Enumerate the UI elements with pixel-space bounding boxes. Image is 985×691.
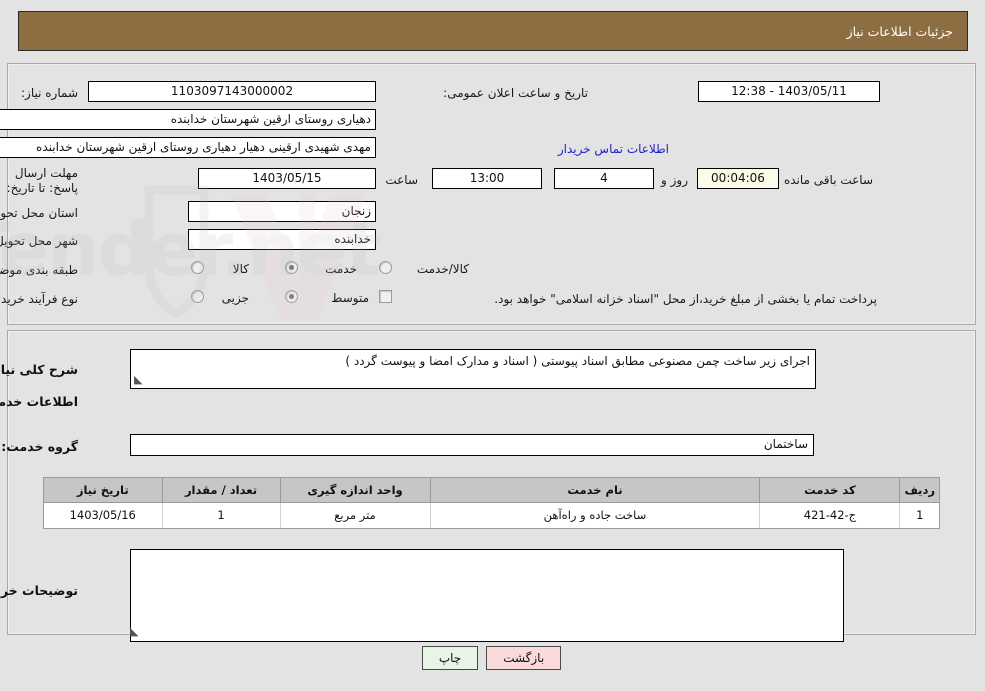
treasury-bond-checkbox[interactable]	[380, 290, 393, 303]
radio-category-khedmat[interactable]	[286, 261, 299, 274]
radio-purchase-jozii-label: جزیی	[222, 291, 250, 305]
radio-purchase-jozii[interactable]	[192, 290, 205, 303]
radio-purchase-motavaset-label: متوسط	[332, 291, 370, 305]
countdown-timer-value: 00:04:06	[698, 168, 780, 189]
radio-purchase-motavaset[interactable]	[286, 290, 299, 303]
buyer-notes-textarea[interactable]	[131, 549, 845, 642]
table-header-row: ردیف کد خدمت نام خدمت واحد اندازه گیری ت…	[45, 478, 940, 503]
buyer-org-value: دهیاری روستای ارقین شهرستان خدابنده	[0, 109, 377, 130]
deadline-label: مهلت ارسال پاسخ: تا تاریخ:	[7, 166, 79, 195]
page-title: جزئیات اطلاعات نیاز	[847, 23, 954, 39]
service-group-value: ساختمان	[131, 434, 815, 456]
th-quantity: تعداد / مقدار	[162, 478, 281, 503]
category-label: طبقه بندی موضوعی:	[0, 263, 79, 277]
td-name: ساخت جاده و راه‌آهن	[430, 502, 761, 528]
print-button[interactable]: چاپ	[422, 646, 480, 670]
td-quantity: 1	[162, 502, 281, 528]
announce-datetime-value: 1403/05/11 - 12:38	[699, 81, 881, 102]
service-items-table-wrapper: ردیف کد خدمت نام خدمت واحد اندازه گیری ت…	[44, 477, 941, 529]
back-button[interactable]: بازگشت	[487, 646, 563, 670]
deadline-hour-value: 13:00	[433, 168, 543, 189]
general-desc-textarea[interactable]: اجرای زیر ساخت چمن مصنوعی مطابق اسناد پی…	[131, 349, 817, 389]
remaining-days-value: 4	[555, 168, 655, 189]
table-row: 1 ج-42-421 ساخت جاده و راه‌آهن متر مربع …	[45, 502, 940, 528]
service-items-table: ردیف کد خدمت نام خدمت واحد اندازه گیری ت…	[45, 478, 940, 528]
th-code: کد خدمت	[760, 478, 901, 503]
page-header-band: جزئیات اطلاعات نیاز	[19, 11, 969, 51]
radio-category-khedmat-label: خدمت	[326, 262, 358, 276]
need-number-value: 1103097143000002	[89, 81, 377, 102]
buyer-notes-resize-grip[interactable]: ◢	[131, 625, 139, 638]
remaining-days-label: روز و	[662, 173, 689, 187]
th-radif: ردیف	[900, 478, 940, 503]
radio-category-kala[interactable]	[192, 261, 205, 274]
countdown-timer-label: ساعت باقی مانده	[784, 173, 874, 187]
city-label: شهر محل تحویل:	[0, 234, 79, 248]
requester-value: مهدی شهیدی ارقینی دهیار دهیاری روستای ار…	[0, 137, 377, 158]
radio-category-kala-khedmat-label: کالا/خدمت	[417, 262, 470, 276]
td-need-date: 1403/05/16	[45, 502, 163, 528]
service-group-label: گروه خدمت:	[2, 439, 79, 454]
announce-datetime-label: تاریخ و ساعت اعلان عمومی:	[444, 86, 589, 100]
td-unit: متر مربع	[280, 502, 431, 528]
td-code: ج-42-421	[760, 502, 901, 528]
radio-category-kala-label: کالا	[233, 262, 250, 276]
th-name: نام خدمت	[430, 478, 761, 503]
hour-label: ساعت	[386, 173, 419, 187]
general-desc-resize-grip[interactable]: ◢	[135, 373, 143, 386]
page-root: جزئیات اطلاعات نیاز AriaTender.net شماره…	[0, 0, 985, 691]
buyer-contact-link[interactable]: اطلاعات تماس خریدار	[559, 142, 670, 156]
th-need-date: تاریخ نیاز	[45, 478, 163, 503]
th-unit: واحد اندازه گیری	[280, 478, 431, 503]
general-desc-label: شرح کلی نیاز:	[0, 362, 79, 377]
province-value: زنجان	[189, 201, 377, 222]
purchase-type-label: نوع فرآیند خرید :	[0, 292, 79, 306]
buyer-notes-label: توضیحات خریدار:	[0, 583, 79, 598]
action-buttons: بازگشت چاپ	[0, 646, 985, 670]
province-label: استان محل تحویل:	[0, 206, 79, 220]
deadline-date-value: 1403/05/15	[199, 168, 377, 189]
services-section-title: اطلاعات خدمات مورد نیاز	[0, 394, 79, 409]
city-value: خدابنده	[189, 229, 377, 250]
need-number-label: شماره نیاز:	[22, 86, 79, 100]
need-summary-panel	[8, 63, 977, 325]
radio-category-kala-khedmat[interactable]	[380, 261, 393, 274]
treasury-note-text: پرداخت تمام یا بخشی از مبلغ خرید،از محل …	[495, 292, 878, 306]
td-radif: 1	[900, 502, 940, 528]
